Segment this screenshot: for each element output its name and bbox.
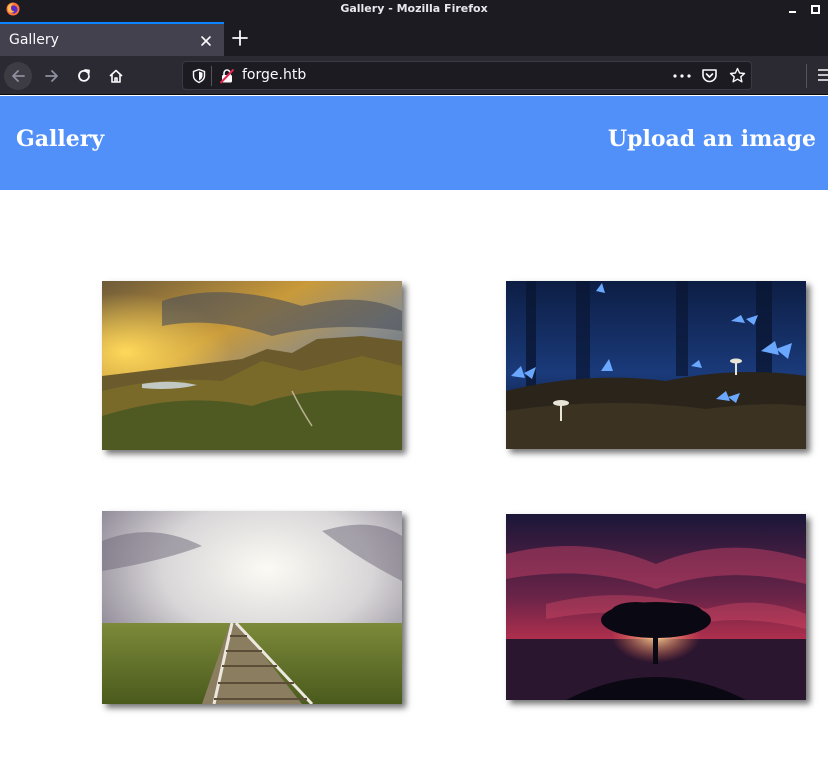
mountain-landscape-image	[102, 281, 402, 450]
star-icon[interactable]	[729, 67, 746, 84]
gallery-image-mountains[interactable]	[102, 281, 402, 450]
tree-sunset-image	[506, 514, 806, 700]
nav-toolbar: forge.htb	[0, 56, 828, 95]
tab-strip: Gallery	[0, 18, 828, 56]
page-header: Gallery Upload an image	[0, 96, 828, 190]
hamburger-icon[interactable]	[818, 68, 828, 82]
close-icon[interactable]	[198, 33, 214, 49]
home-icon	[109, 69, 123, 83]
butterflies-forest-image	[506, 281, 806, 449]
home-button[interactable]	[102, 62, 130, 90]
window-title: Gallery - Mozilla Firefox	[340, 2, 488, 15]
window-titlebar: Gallery - Mozilla Firefox	[0, 0, 828, 18]
forward-button[interactable]	[38, 62, 66, 90]
page-title[interactable]: Gallery	[16, 126, 104, 152]
back-button[interactable]	[4, 62, 32, 90]
toolbar-separator	[806, 64, 807, 88]
reload-button[interactable]	[70, 62, 98, 90]
plus-icon[interactable]	[230, 28, 250, 48]
gallery-image-butterflies[interactable]	[506, 281, 806, 449]
arrow-right-icon	[45, 70, 58, 82]
insecure-lock-icon[interactable]	[219, 68, 235, 84]
arrow-left-icon	[12, 70, 25, 82]
reload-icon	[78, 69, 90, 82]
gallery-image-tree-sunset[interactable]	[506, 514, 806, 700]
shield-icon[interactable]	[191, 68, 207, 84]
pocket-icon[interactable]	[701, 67, 718, 84]
tab-gallery[interactable]: Gallery	[0, 22, 224, 56]
tab-label: Gallery	[9, 32, 59, 48]
more-horizontal-icon[interactable]	[673, 74, 691, 78]
url-text[interactable]: forge.htb	[242, 67, 306, 83]
gallery-image-railway[interactable]	[102, 511, 402, 704]
urlbar-separator	[211, 66, 212, 86]
maximize-button[interactable]	[808, 2, 822, 16]
minimize-button[interactable]	[786, 2, 800, 16]
upload-image-link[interactable]: Upload an image	[608, 126, 816, 152]
railway-image	[102, 511, 402, 704]
address-bar[interactable]: forge.htb	[182, 61, 752, 90]
